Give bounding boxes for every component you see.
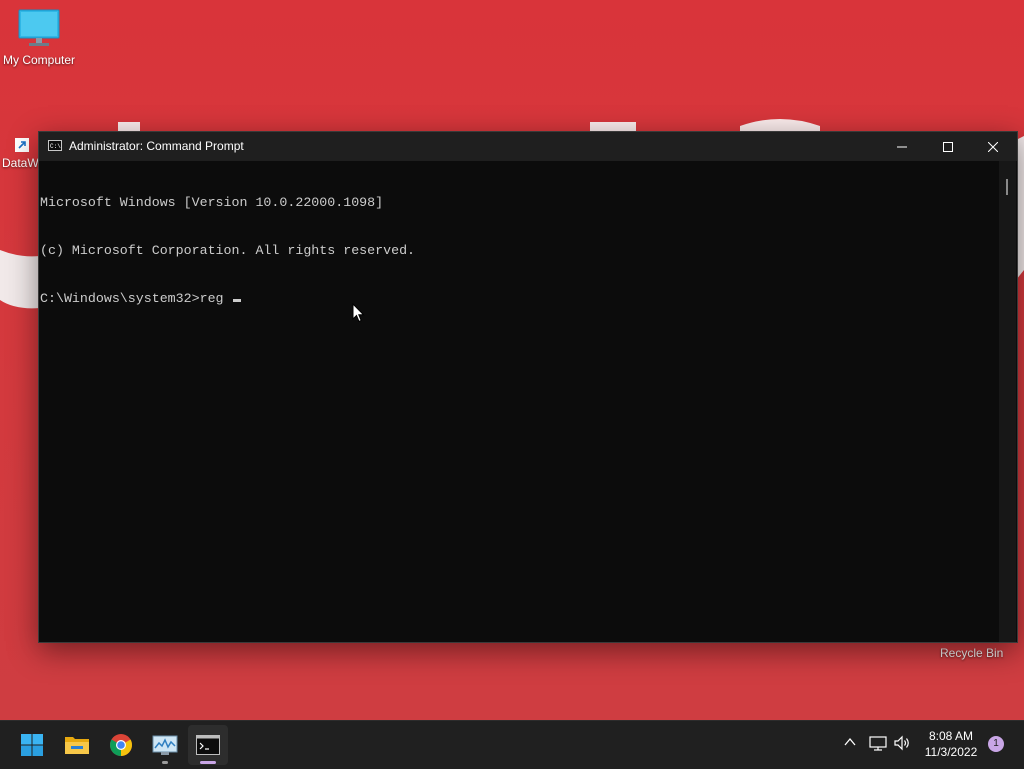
- monitor-chart-icon: [152, 735, 178, 755]
- chrome-icon: [110, 734, 132, 756]
- console-prompt-line[interactable]: C:\Windows\system32>reg: [40, 291, 999, 307]
- shortcut-arrow-icon: [15, 138, 29, 152]
- console-line: Microsoft Windows [Version 10.0.22000.10…: [40, 195, 384, 210]
- active-indicator: [200, 761, 216, 764]
- chevron-up-icon[interactable]: [843, 735, 857, 749]
- close-icon: [987, 141, 998, 152]
- taskbar-start-button[interactable]: [12, 725, 52, 765]
- scrollbar-thumb[interactable]: [1006, 179, 1008, 195]
- folder-icon: [65, 737, 89, 754]
- clock-time: 8:08 AM: [928, 729, 974, 743]
- taskbar-file-explorer[interactable]: [57, 725, 97, 765]
- taskbar: [0, 720, 1024, 769]
- desktop-icon-dataw[interactable]: DataW: [2, 138, 42, 170]
- taskbar-command-prompt[interactable]: [188, 725, 228, 765]
- network-icon[interactable]: [869, 735, 887, 751]
- windows-start-icon: [21, 734, 43, 756]
- volume-icon[interactable]: [893, 735, 911, 751]
- cmd-icon: C:\: [48, 140, 62, 151]
- taskbar-clock[interactable]: 8:08 AM 11/3/2022: [918, 728, 984, 760]
- window-title: Administrator: Command Prompt: [69, 139, 244, 153]
- maximize-button[interactable]: [925, 132, 970, 161]
- console-output[interactable]: Microsoft Windows [Version 10.0.22000.10…: [39, 161, 999, 642]
- vertical-scrollbar[interactable]: [999, 161, 1016, 642]
- svg-text:C:\: C:\: [50, 143, 61, 150]
- window-titlebar[interactable]: C:\ Administrator: Command Prompt: [39, 132, 1017, 161]
- console-prompt: C:\Windows\system32>reg: [40, 291, 232, 306]
- minimize-button[interactable]: [879, 132, 924, 161]
- minimize-icon: [896, 146, 907, 147]
- taskbar-chrome[interactable]: [101, 725, 141, 765]
- taskbar-performance-monitor[interactable]: [145, 725, 185, 765]
- console-line: (c) Microsoft Corporation. All rights re…: [40, 243, 416, 258]
- desktop-icon-label: DataW: [2, 156, 39, 170]
- desktop-icon-recycle-bin[interactable]: Recycle Bin: [940, 646, 1003, 660]
- running-indicator: [162, 761, 168, 764]
- clock-date: 11/3/2022: [924, 745, 978, 759]
- desktop-icon-my-computer[interactable]: My Computer: [0, 8, 78, 67]
- close-button[interactable]: [970, 132, 1015, 161]
- mouse-pointer-icon: [352, 303, 365, 323]
- cmd-icon: [196, 735, 220, 755]
- text-cursor: [232, 299, 241, 302]
- maximize-icon: [942, 141, 953, 152]
- command-prompt-window[interactable]: C:\ Administrator: Command Prompt Micros…: [38, 131, 1018, 643]
- monitor-icon: [18, 9, 60, 46]
- notification-badge[interactable]: 1: [988, 736, 1004, 752]
- desktop-icon-label: My Computer: [2, 53, 76, 67]
